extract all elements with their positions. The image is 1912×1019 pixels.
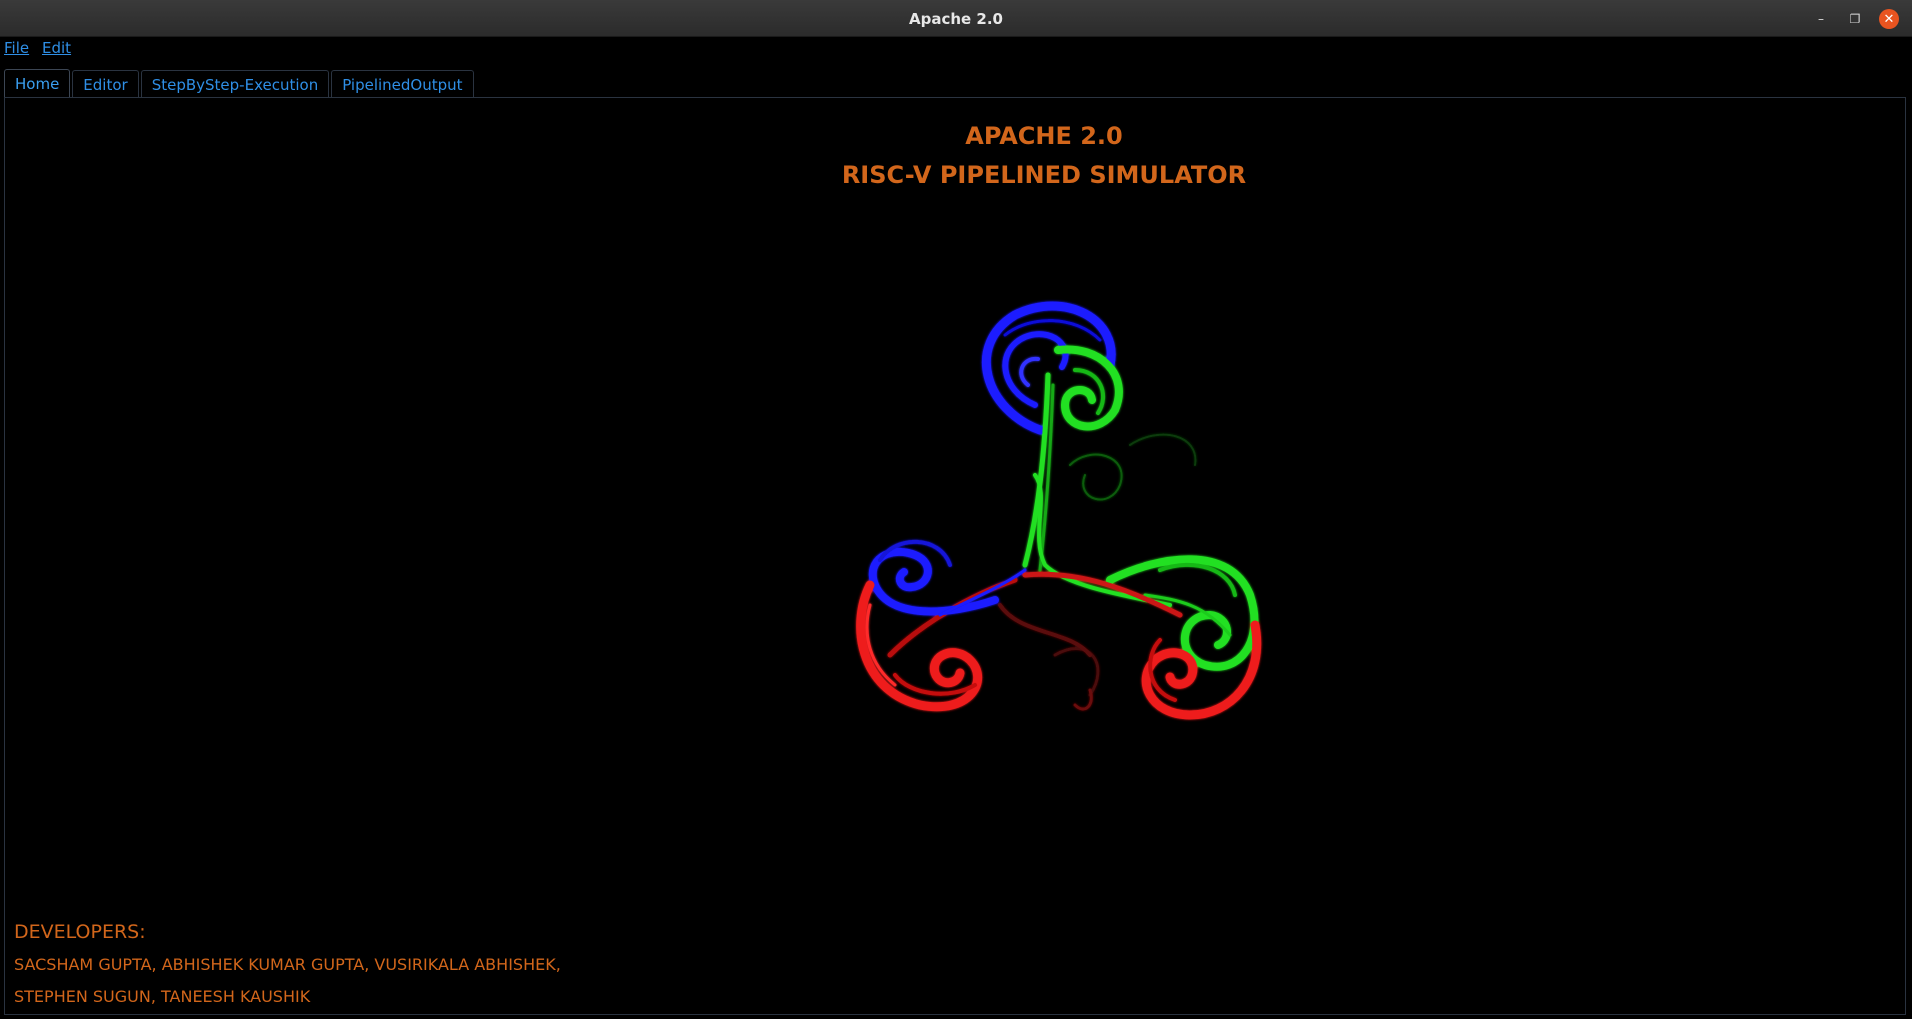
minimize-button[interactable]: – [1804,8,1838,30]
maximize-button[interactable]: ❐ [1838,8,1872,30]
tri-swirl-logo-icon [856,301,1262,720]
window-title: Apache 2.0 [908,10,1003,28]
close-button[interactable]: ✕ [1872,8,1906,30]
developers-line-1: SACSHAM GUPTA, ABHISHEK KUMAR GUPTA, VUS… [14,955,561,974]
blue-swirl-left [868,539,1027,617]
green-stem [1022,372,1172,607]
close-icon: ✕ [1879,9,1899,29]
tab-editor[interactable]: Editor [72,70,139,97]
minimize-icon: – [1818,12,1824,26]
window-controls: – ❐ ✕ [1804,8,1906,30]
developers-heading: DEVELOPERS: [14,921,146,943]
maximize-icon: ❐ [1849,12,1861,26]
red-swirl-right [1141,620,1262,720]
page-title: APACHE 2.0 [965,122,1123,150]
tab-stepbystep-execution[interactable]: StepByStep-Execution [140,70,330,97]
blue-swirl-top [982,301,1116,435]
menu-bar: File Edit [0,37,1912,61]
developers-line-2: STEPHEN SUGUN, TANEESH KAUSHIK [14,987,311,1006]
menu-file[interactable]: File [4,39,29,57]
tab-pipelined-output[interactable]: PipelinedOutput [331,70,474,97]
window-titlebar: Apache 2.0 – ❐ ✕ [0,0,1912,37]
red-band-bottom [887,571,1183,711]
tab-bar: Home Editor StepByStep-Execution Pipelin… [4,69,476,98]
tab-home[interactable]: Home [4,69,71,98]
page-subtitle: RISC-V PIPELINED SIMULATOR [841,161,1247,189]
menu-edit[interactable]: Edit [42,39,71,57]
